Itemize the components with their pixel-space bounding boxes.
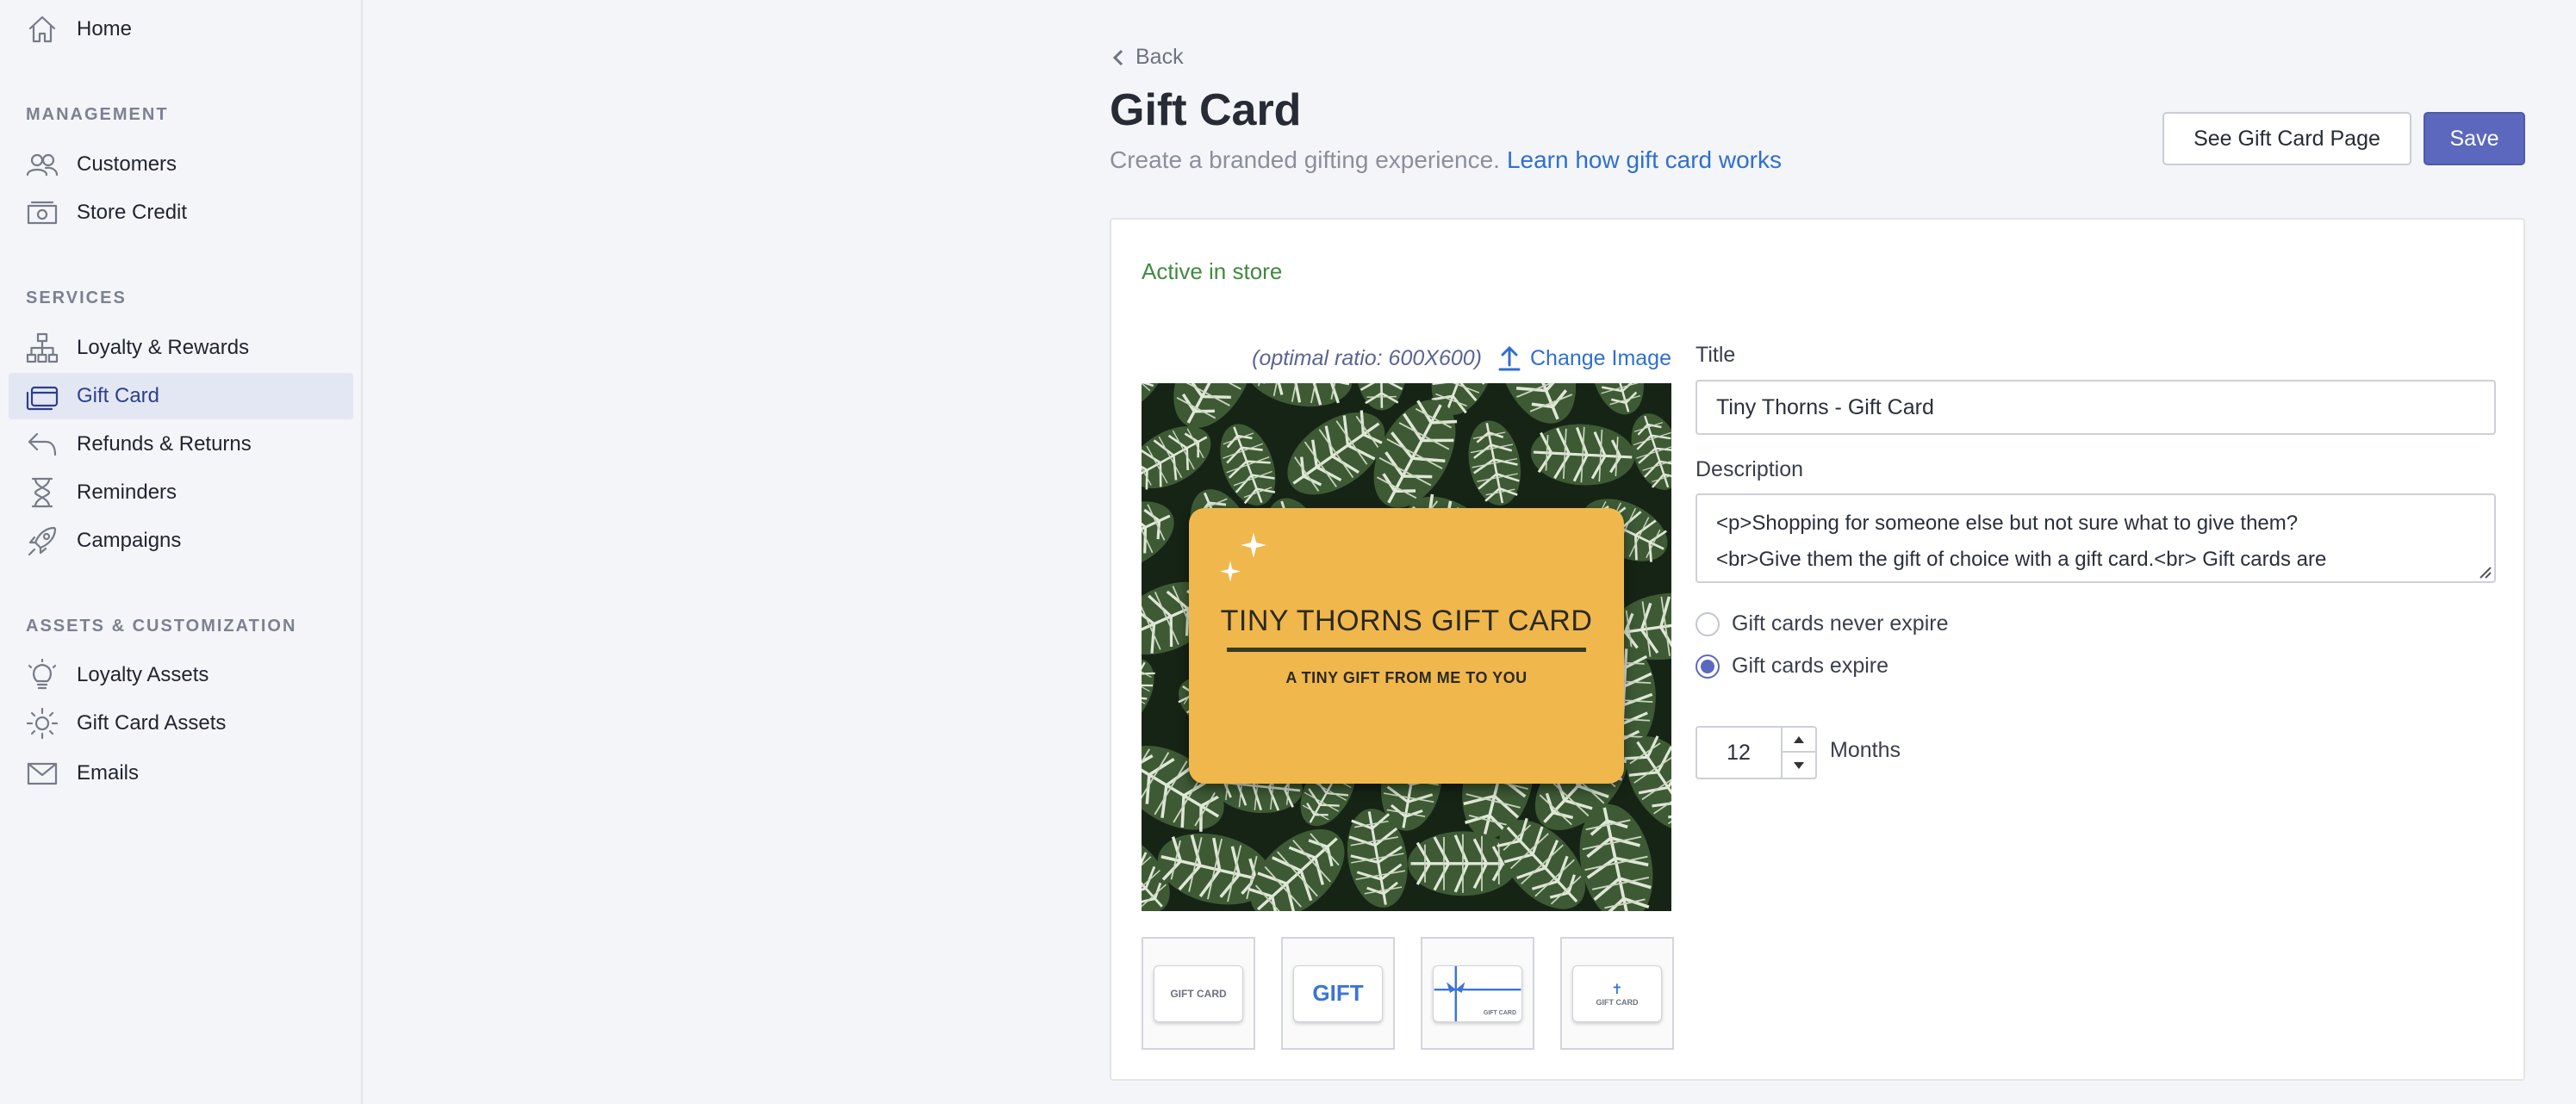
- sparkle-icon: [1220, 561, 1241, 586]
- learn-how-link[interactable]: Learn how gift card works: [1507, 146, 1782, 173]
- envelope-icon: [24, 755, 60, 791]
- sidebar-item-label: Refunds & Returns: [77, 432, 252, 456]
- back-link[interactable]: Back: [1110, 45, 1184, 70]
- upload-icon: [1498, 345, 1521, 371]
- sidebar-item-store-credit[interactable]: Store Credit: [9, 189, 353, 236]
- thumbnail-card: GIFT CARD: [1433, 964, 1522, 1022]
- increment-button[interactable]: [1783, 728, 1815, 753]
- template-thumbnail-2[interactable]: GIFT: [1281, 937, 1395, 1050]
- subtitle-text: Create a branded gifting experience.: [1110, 146, 1500, 173]
- sidebar-item-emails[interactable]: Emails: [9, 750, 353, 797]
- change-image-button[interactable]: Change Image: [1497, 344, 1671, 372]
- sun-icon: [24, 705, 60, 741]
- return-arrow-icon: [24, 426, 60, 462]
- sidebar-item-label: Reminders: [77, 481, 177, 504]
- gift-card-title: TINY THORNS GIFT CARD: [1220, 605, 1593, 637]
- title-label: Title: [1696, 343, 1736, 367]
- image-toolbar: (optimal ratio: 600X600) Change Image: [1142, 344, 1671, 372]
- rocket-icon: [24, 523, 60, 559]
- sidebar-item-label: Customers: [77, 152, 177, 176]
- hourglass-icon: [24, 474, 60, 511]
- sidebar-item-label: Store Credit: [77, 201, 188, 224]
- template-thumbnail-3[interactable]: GIFT CARD: [1421, 937, 1534, 1050]
- lightbulb-icon: [24, 657, 60, 693]
- radio-never-expire[interactable]: Gift cards never expire: [1696, 611, 1949, 636]
- sidebar-item-loyalty-rewards[interactable]: Loyalty & Rewards: [9, 325, 353, 371]
- gift-tag-icon: ✝: [1611, 982, 1623, 997]
- status-text: Active in store: [1142, 258, 1283, 284]
- template-thumbnail-4[interactable]: ✝ GIFT CARD: [1560, 937, 1674, 1050]
- description-line: <p>Shopping for someone else but not sur…: [1716, 512, 2299, 535]
- radio-expire[interactable]: Gift cards expire: [1696, 654, 1888, 679]
- description-label: Description: [1696, 457, 1804, 481]
- section-label-management: MANAGEMENT: [26, 105, 169, 124]
- sidebar-item-label: Home: [77, 17, 133, 40]
- thumbnail-card: GIFT CARD: [1154, 964, 1243, 1022]
- thumbnail-card-text: GIFT CARD: [1596, 997, 1639, 1007]
- sidebar-item-home[interactable]: Home: [9, 6, 353, 53]
- radio-button[interactable]: [1696, 611, 1720, 636]
- description-textarea[interactable]: <p>Shopping for someone else but not sur…: [1696, 493, 2496, 583]
- home-icon: [24, 11, 60, 47]
- sidebar-item-label: Emails: [77, 761, 140, 785]
- page-subtitle: Create a branded gifting experience. Lear…: [1110, 146, 1782, 174]
- sidebar-item-customers[interactable]: Customers: [9, 141, 353, 188]
- sidebar: Home MANAGEMENT Customers Store Credit S…: [0, 0, 363, 1104]
- sidebar-item-loyalty-assets[interactable]: Loyalty Assets: [9, 652, 353, 698]
- decrement-button[interactable]: [1783, 753, 1815, 778]
- title-input[interactable]: Tiny Thorns - Gift Card: [1696, 380, 2496, 435]
- gift-card-divider: [1227, 648, 1586, 652]
- sidebar-item-reminders[interactable]: Reminders: [9, 469, 353, 516]
- sidebar-item-refunds-returns[interactable]: Refunds & Returns: [9, 421, 353, 468]
- change-image-label: Change Image: [1529, 345, 1671, 370]
- cash-icon: [24, 195, 60, 231]
- sidebar-item-campaigns[interactable]: Campaigns: [9, 518, 353, 564]
- radio-label: Gift cards never expire: [1732, 611, 1949, 636]
- sidebar-item-gift-card-assets[interactable]: Gift Card Assets: [9, 700, 353, 747]
- expiry-months-stepper[interactable]: 12: [1696, 726, 1817, 779]
- ratio-note: (optimal ratio: 600X600): [1252, 345, 1482, 370]
- template-thumbnails: GIFT CARD GIFT GIFT CARD ✝ GIFT CARD: [1142, 937, 1674, 1050]
- radio-label: Gift cards expire: [1732, 654, 1889, 678]
- caret-down-icon: [1794, 761, 1804, 769]
- expiry-months-value[interactable]: 12: [1697, 728, 1780, 778]
- see-gift-card-page-button[interactable]: See Gift Card Page: [2162, 112, 2411, 165]
- thumbnail-card: GIFT: [1293, 964, 1383, 1022]
- section-label-assets: ASSETS & CUSTOMIZATION: [26, 617, 297, 636]
- sidebar-item-label: Campaigns: [77, 529, 182, 552]
- description-line: <br>Give them the gift of choice with a …: [1716, 548, 2327, 571]
- gift-card-subtitle: A TINY GIFT FROM ME TO YOU: [1285, 669, 1528, 686]
- gift-card-settings-card: Active in store (optimal ratio: 600X600)…: [1110, 218, 2525, 1081]
- template-thumbnail-1[interactable]: GIFT CARD: [1142, 937, 1255, 1050]
- section-label-services: SERVICES: [26, 288, 127, 307]
- page-title: Gift Card: [1110, 85, 1302, 135]
- sidebar-item-label: Gift Card: [77, 384, 160, 407]
- caret-up-icon: [1794, 735, 1804, 743]
- sidebar-item-label: Loyalty Assets: [77, 663, 209, 686]
- gift-card-icon: [24, 378, 60, 414]
- hierarchy-icon: [24, 330, 60, 366]
- gift-card-preview-image: TINY THORNS GIFT CARD A TINY GIFT FROM M…: [1142, 383, 1671, 911]
- ribbon-icon: [1434, 965, 1521, 1021]
- back-label: Back: [1136, 45, 1184, 69]
- chevron-left-icon: [1112, 49, 1123, 65]
- sidebar-item-gift-card[interactable]: Gift Card: [9, 373, 353, 419]
- sidebar-item-label: Gift Card Assets: [77, 711, 227, 735]
- stepper-controls: [1781, 728, 1815, 778]
- resize-grip-icon[interactable]: [2477, 564, 2492, 580]
- users-icon: [24, 146, 60, 183]
- sidebar-item-label: Loyalty & Rewards: [77, 336, 250, 359]
- sparkle-icon: [1241, 532, 1266, 562]
- expiry-unit-label: Months: [1830, 738, 1901, 762]
- thumbnail-card: ✝ GIFT CARD: [1572, 964, 1662, 1022]
- save-button[interactable]: Save: [2424, 112, 2525, 165]
- radio-button[interactable]: [1696, 654, 1720, 679]
- gift-card-artwork: TINY THORNS GIFT CARD A TINY GIFT FROM M…: [1189, 508, 1624, 784]
